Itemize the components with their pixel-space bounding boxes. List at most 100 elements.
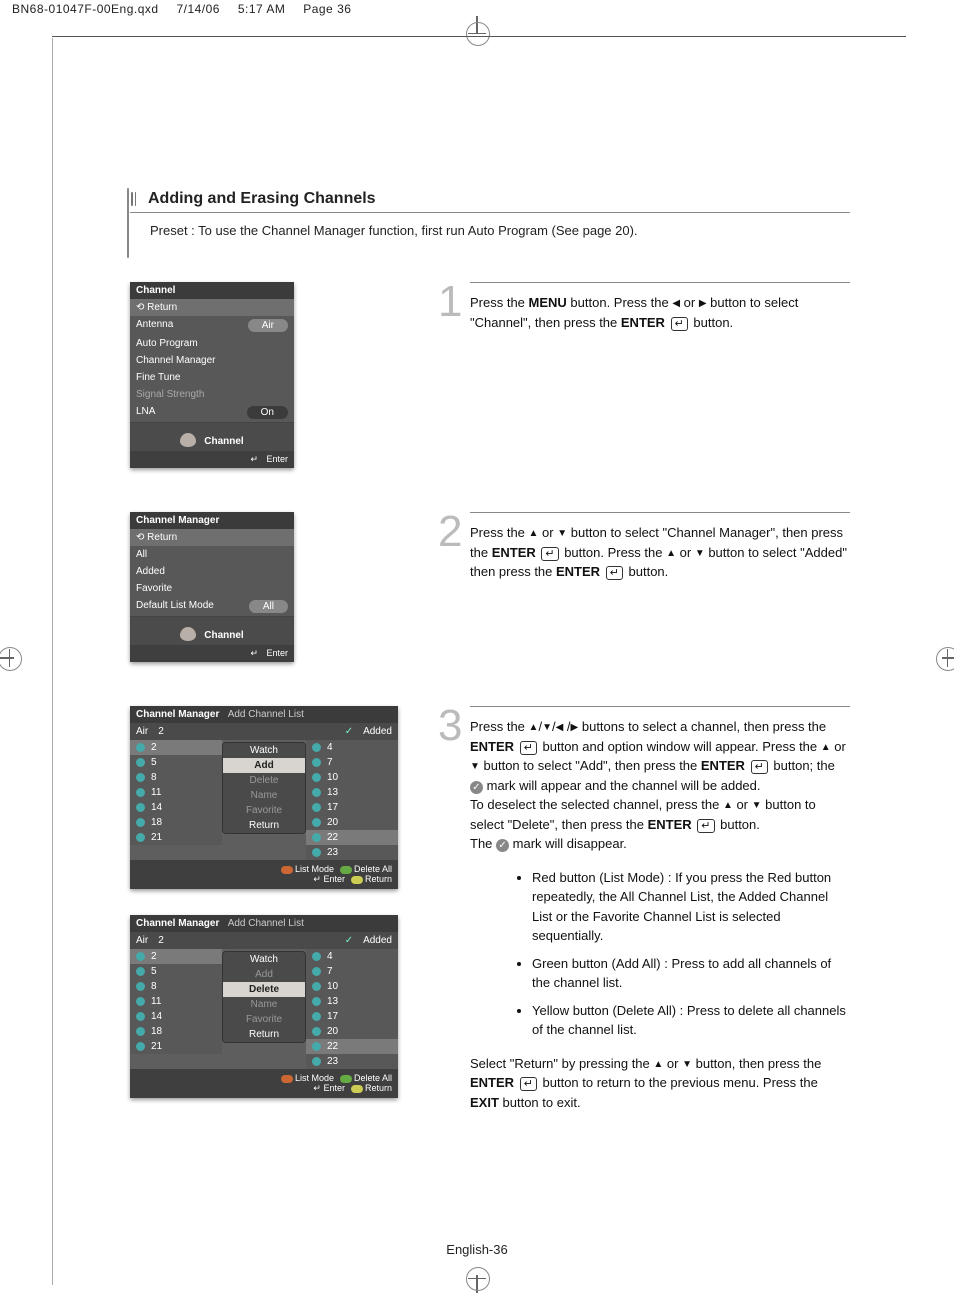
right-arrow-icon: ▶ [699,296,707,311]
up-arrow-icon: ▲ [529,720,539,735]
osd-item: Default List ModeAll [130,597,294,616]
channel-row: 2 [130,740,222,755]
osd-item: Channel Manager [130,352,294,369]
osd-footer: ↵ Enter [130,451,294,468]
channel-row: 8 [130,770,222,785]
down-arrow-icon: ▼ [557,526,567,541]
step-number-3: 3 [438,706,470,1112]
popup-item: Name [223,997,305,1012]
meta-time: 5:17 AM [238,2,286,16]
step-number-1: 1 [438,282,470,468]
osd-item: Auto Program [130,335,294,352]
osd-brand: Channel [130,422,294,451]
up-arrow-icon: ▲ [529,526,539,541]
page: BN68-01047F-00Eng.qxd 7/14/06 5:17 AM Pa… [0,0,954,1315]
osd-return: ⟲ Return [130,299,294,316]
up-arrow-icon: ▲ [666,546,676,561]
osd-footer: List ModeDelete All↵ EnterReturn [130,1069,398,1098]
channel-row: 8 [130,979,222,994]
osd-title: Channel Manager Add Channel List [130,706,398,723]
up-arrow-icon: ▲ [653,1057,663,1072]
left-arrow-icon: ◀ [556,720,564,735]
down-arrow-icon: ▼ [695,546,705,561]
context-popup: WatchAddDeleteNameFavoriteReturn [222,742,306,834]
channel-row: 22 [306,1039,398,1054]
enter-icon: ↵ [606,566,623,580]
right-arrow-icon: ▶ [571,720,579,735]
checkmark-icon: ✓ [470,781,483,794]
popup-item: Watch [223,743,305,758]
popup-item: Return [223,818,305,833]
step-3: Channel Manager Add Channel List Air2✓Add… [130,706,850,1112]
context-popup: WatchAddDeleteNameFavoriteReturn [222,951,306,1043]
channel-row: 4 [306,949,398,964]
step-3-text: Press the ▲/▼/◀ /▶ buttons to select a c… [470,706,850,1112]
left-rule [52,38,53,1285]
channel-row: 5 [130,755,222,770]
up-arrow-icon: ▲ [723,798,733,813]
popup-item: Add [223,967,305,982]
enter-icon: ↵ [697,819,714,833]
osd-channel-menu: Channel ⟲ Return AntennaAirAuto ProgramC… [130,282,294,468]
channel-row: 13 [306,994,398,1009]
channel-row: 17 [306,1009,398,1024]
down-arrow-icon: ▼ [542,720,552,735]
channel-row: 2 [130,949,222,964]
channel-row: 21 [130,830,222,845]
section-title: Adding and Erasing Channels [148,190,376,208]
enter-icon: ↵ [671,317,688,331]
channel-row: 17 [306,800,398,815]
osd-add-channel-list-2: Channel Manager Add Channel ListAir2✓Add… [130,915,398,1098]
osd-footer: ↵ Enter [130,645,294,662]
osd-item: Fine Tune [130,369,294,386]
channel-row: 10 [306,979,398,994]
down-arrow-icon: ▼ [752,798,762,813]
section-header: Adding and Erasing Channels [130,190,850,213]
bullet-red: Red button (List Mode) : If you press th… [532,868,850,946]
print-meta: BN68-01047F-00Eng.qxd 7/14/06 5:17 AM Pa… [12,2,365,16]
left-arrow-icon: ◀ [672,296,680,311]
crop-mark-left [0,643,24,673]
channel-row: 11 [130,994,222,1009]
popup-item: Favorite [223,1012,305,1027]
osd-item: Signal Strength [130,386,294,403]
osd-item: Favorite [130,580,294,597]
enter-icon: ↵ [541,547,558,561]
channel-row: 18 [130,815,222,830]
channel-row: 21 [130,1039,222,1054]
channel-row: 23 [306,1054,398,1069]
down-arrow-icon: ▼ [682,1057,692,1072]
bullet-green: Green button (Add All) : Press to add al… [532,954,850,993]
top-rule [52,36,906,37]
bullet-yellow: Yellow button (Delete All) : Press to de… [532,1001,850,1040]
meta-page: Page 36 [303,2,351,16]
enter-icon: ↵ [520,741,537,755]
channel-row: 7 [306,964,398,979]
popup-item: Delete [223,773,305,788]
crop-mark-right [932,643,954,673]
popup-item: Return [223,1027,305,1042]
step-2: Channel Manager ⟲ Return AllAddedFavorit… [130,512,850,662]
osd-brand: Channel [130,616,294,645]
meta-date: 7/14/06 [176,2,220,16]
preset-note: Preset : To use the Channel Manager func… [150,223,850,238]
down-arrow-icon: ▼ [470,759,480,774]
popup-item: Favorite [223,803,305,818]
step-number-2: 2 [438,512,470,662]
osd-item: LNAOn [130,403,294,422]
channel-row: 18 [130,1024,222,1039]
enter-icon: ↵ [520,1077,537,1091]
osd-tabbar: Air2✓Added [130,932,398,949]
channel-row: 10 [306,770,398,785]
channel-row: 5 [130,964,222,979]
channel-row: 11 [130,785,222,800]
page-number: English-36 [0,1242,954,1257]
step-1: Channel ⟲ Return AntennaAirAuto ProgramC… [130,282,850,468]
osd-title: Channel Manager [130,512,294,529]
osd-item: AntennaAir [130,316,294,335]
checkmark-icon: ✓ [496,839,509,852]
channel-row: 14 [130,800,222,815]
step-1-text: Press the MENU button. Press the ◀ or ▶ … [470,282,850,468]
channel-row: 4 [306,740,398,755]
osd-return: ⟲ Return [130,529,294,546]
